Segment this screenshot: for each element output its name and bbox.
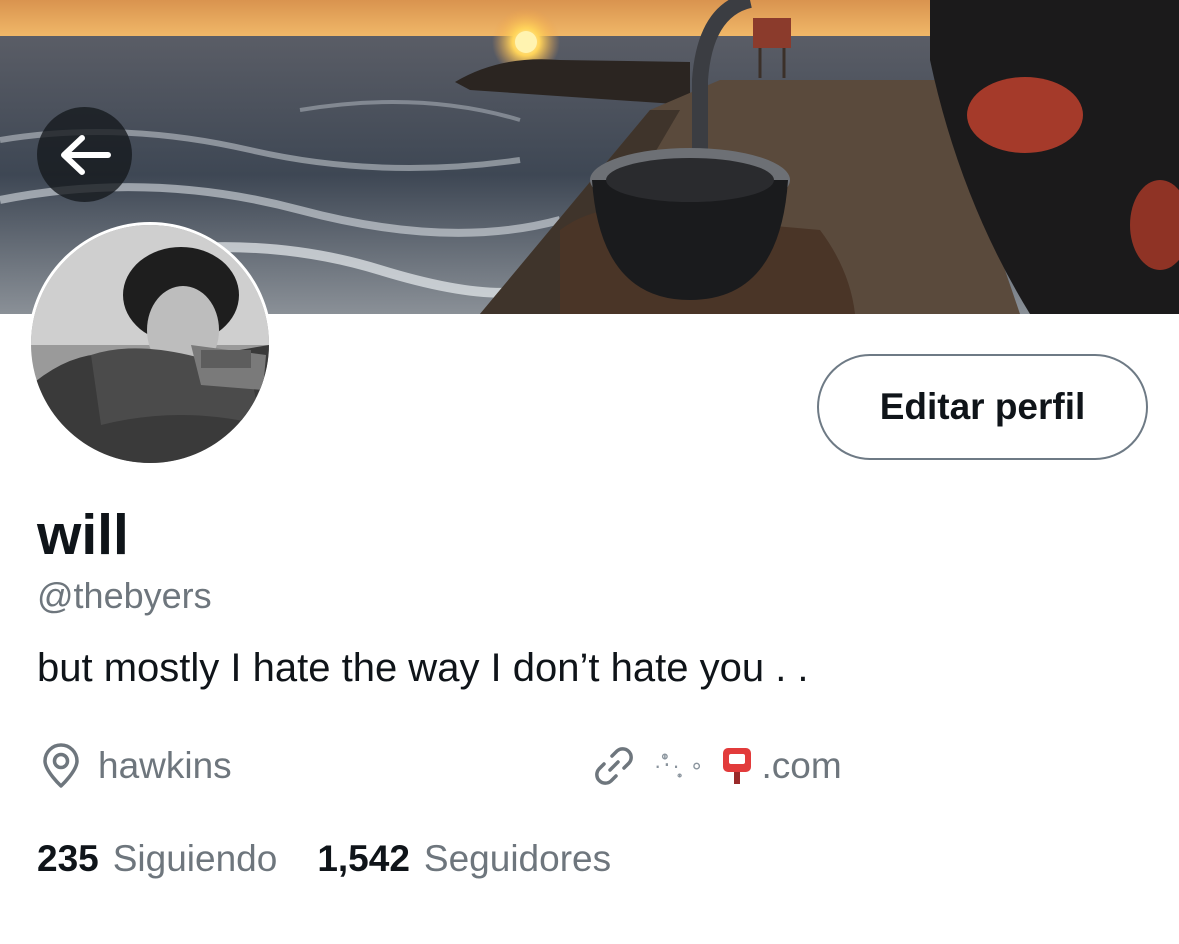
following-count: 235 [37, 838, 99, 879]
arrow-left-icon [60, 134, 111, 175]
profile-website-link[interactable]: ·‧̍̊·̩̥ ∘ .com [590, 740, 842, 792]
edit-profile-button[interactable]: Editar perfil [817, 354, 1148, 460]
avatar[interactable] [28, 222, 272, 466]
link-icon [590, 742, 638, 790]
display-name: will [37, 503, 129, 567]
back-button[interactable] [37, 107, 132, 202]
following-label: Siguiendo [112, 838, 278, 879]
username-handle: @thebyers [37, 575, 212, 616]
followers-link[interactable]: 1,542 Seguidores [317, 835, 611, 883]
mailbox-emoji-icon [720, 746, 754, 786]
location-pin-icon [40, 743, 82, 789]
profile-page: Editar perfil will @thebyers but mostly … [0, 0, 1179, 944]
followers-count: 1,542 [317, 838, 410, 879]
profile-location: hawkins [40, 740, 232, 792]
website-suffix: .com [761, 745, 842, 786]
following-link[interactable]: 235 Siguiendo [37, 835, 277, 883]
followers-label: Seguidores [423, 838, 612, 879]
location-text: hawkins [98, 745, 232, 786]
profile-bio: but mostly I hate the way I don’t hate y… [37, 646, 809, 690]
follow-stats: 235 Siguiendo 1,542 Seguidores [37, 835, 651, 883]
website-decoration-text: ·‧̍̊·̩̥ ∘ [654, 753, 706, 778]
edit-profile-label: Editar perfil [879, 386, 1086, 427]
